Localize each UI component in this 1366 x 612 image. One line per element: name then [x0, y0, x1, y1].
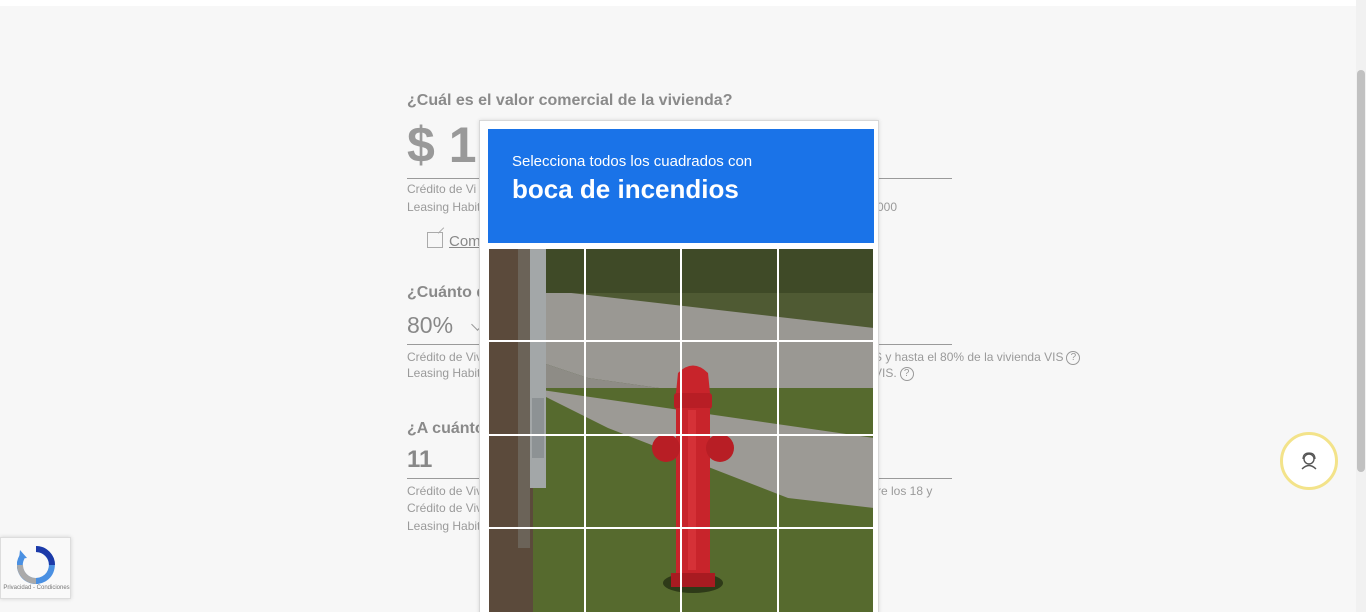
captcha-target: boca de incendios [512, 174, 739, 204]
captcha-header: Selecciona todos los cuadrados con boca … [488, 129, 874, 243]
term-note-1-tail: re los 18 y [877, 484, 933, 498]
help-icon[interactable]: ? [1066, 350, 1081, 365]
captcha-tile-grid [488, 248, 874, 612]
captcha-tile[interactable] [681, 527, 778, 612]
compare-link-text[interactable]: Com [449, 233, 481, 250]
captcha-tile[interactable] [584, 248, 681, 342]
recaptcha-logo-icon [17, 546, 55, 584]
captcha-tile[interactable] [681, 341, 778, 435]
captcha-tile[interactable] [488, 527, 585, 612]
external-link-icon [427, 232, 443, 248]
question-financing-percent-label: ¿Cuánto d [407, 284, 487, 301]
recaptcha-legal[interactable]: Privacidad - Condiciones [1, 585, 72, 591]
captcha-tile[interactable] [777, 434, 874, 528]
financing-percent-note-2: Leasing Habit [407, 366, 481, 380]
term-note-3: Leasing Habit [407, 519, 481, 533]
captcha-tile[interactable] [681, 248, 778, 342]
financing-percent-select[interactable]: 80% [407, 312, 453, 339]
scrollbar-thumb[interactable] [1357, 70, 1365, 472]
term-input[interactable]: 11 [407, 446, 432, 474]
captcha-tile[interactable] [681, 434, 778, 528]
recaptcha-badge[interactable]: Privacidad - Condiciones [0, 537, 71, 599]
captcha-tile[interactable] [584, 434, 681, 528]
captcha-instruction: Selecciona todos los cuadrados con [512, 153, 753, 170]
property-value-note-2-tail: 000 [877, 200, 898, 214]
financing-percent-note-1-tail: S y hasta el 80% de la vivienda VIS? [874, 350, 1081, 365]
property-value-note-1: Crédito de Vi [407, 182, 477, 196]
financing-percent-note-2-tail: VIS.? [874, 366, 914, 381]
captcha-tile[interactable] [777, 527, 874, 612]
property-value-note-2: Leasing Habit [407, 200, 481, 214]
captcha-tile[interactable] [777, 248, 874, 342]
captcha-tile[interactable] [584, 527, 681, 612]
captcha-challenge: Selecciona todos los cuadrados con boca … [479, 120, 879, 612]
question-property-value-label: ¿Cuál es el valor comercial de la vivien… [407, 92, 733, 109]
financing-percent-note-1-tail-text: S y hasta el 80% de la vivienda VIS [874, 350, 1064, 364]
financing-percent-note-1: Crédito de Viv [407, 350, 483, 364]
captcha-tile[interactable] [488, 434, 585, 528]
property-value-input[interactable]: $ 1 [407, 116, 477, 174]
term-note-1: Crédito de Viv [407, 484, 483, 498]
captcha-tile[interactable] [777, 341, 874, 435]
captcha-tile[interactable] [584, 341, 681, 435]
chat-support-button[interactable] [1280, 432, 1338, 490]
question-term-label: ¿A cuánto [407, 420, 485, 437]
compare-link[interactable]: Com [427, 232, 481, 250]
term-note-2: Crédito de Viv [407, 501, 483, 515]
captcha-tile[interactable] [488, 341, 585, 435]
support-agent-icon [1301, 452, 1317, 470]
help-icon[interactable]: ? [899, 366, 914, 381]
captcha-tile[interactable] [488, 248, 585, 342]
